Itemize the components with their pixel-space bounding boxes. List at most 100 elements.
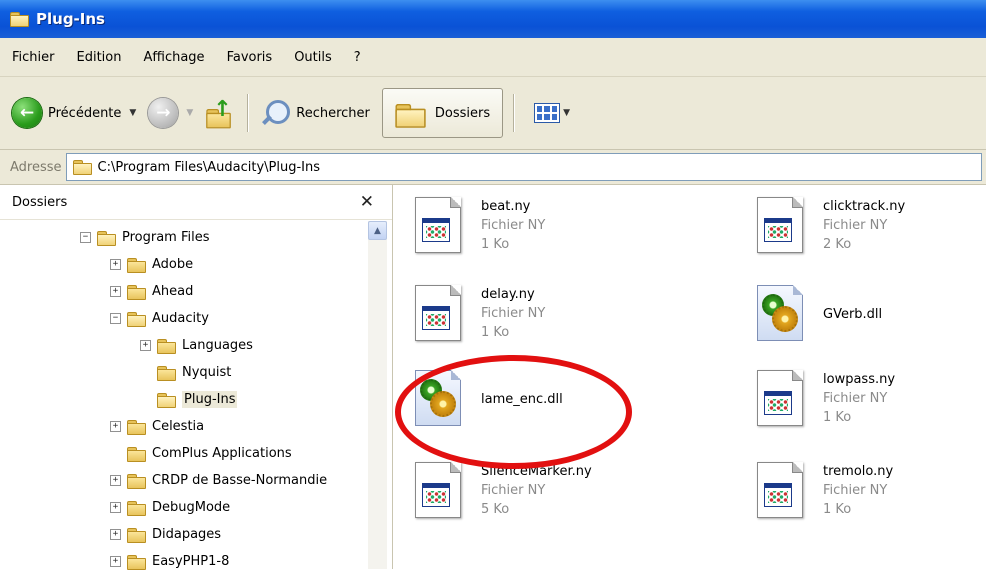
tree-item-didapages[interactable]: + Didapages — [0, 521, 392, 548]
file-name: lame_enc.dll — [481, 392, 563, 407]
tree-item-label: EasyPHP1-8 — [152, 554, 230, 569]
file-type: Fichier NY — [481, 218, 546, 233]
folder-icon — [127, 473, 146, 489]
back-arrow-icon: ← — [12, 98, 42, 128]
tree-item-celestia[interactable]: + Celestia — [0, 413, 392, 440]
folder-icon — [127, 554, 146, 570]
menu-edition[interactable]: Edition — [66, 50, 133, 65]
file-item[interactable]: tremolo.ny Fichier NY 1 Ko — [755, 462, 893, 519]
file-type: Fichier NY — [823, 483, 888, 498]
forward-arrow-icon: → — [148, 98, 179, 128]
menu-affichage[interactable]: Affichage — [132, 50, 215, 65]
expand-icon[interactable]: + — [110, 475, 121, 486]
tree-item-label: Audacity — [152, 311, 209, 326]
file-item[interactable]: delay.ny Fichier NY 1 Ko — [413, 285, 545, 342]
back-button-label: Précédente — [48, 105, 122, 121]
tree-item-ahead[interactable]: + Ahead — [0, 278, 392, 305]
tree-item-easyphp[interactable]: + EasyPHP1-8 — [0, 548, 392, 575]
search-icon — [260, 98, 291, 128]
files-pane: beat.ny Fichier NY 1 Ko clicktrack.ny Fi… — [393, 185, 986, 569]
forward-button[interactable]: → ▼ — [142, 92, 199, 134]
collapse-icon[interactable]: − — [110, 313, 121, 324]
folders-button-label: Dossiers — [434, 105, 491, 121]
expand-icon[interactable]: + — [110, 502, 121, 513]
address-field[interactable]: C:\Program Files\Audacity\Plug-Ins — [65, 153, 982, 181]
file-name: SilenceMarker.ny — [481, 464, 592, 479]
dll-file-icon — [755, 285, 807, 341]
back-button[interactable]: ← Précédente ▼ — [6, 92, 142, 134]
expand-icon[interactable]: + — [110, 529, 121, 540]
search-button-label: Rechercher — [296, 105, 370, 121]
folder-icon — [157, 338, 176, 354]
tree-item-label: Plug-Ins — [182, 391, 238, 408]
up-folder-button[interactable]: ↑ — [199, 92, 241, 134]
search-button[interactable]: Rechercher — [254, 92, 376, 134]
tree-item-plug-ins[interactable]: Plug-Ins — [0, 386, 392, 413]
menu-outils[interactable]: Outils — [283, 50, 343, 65]
file-name: tremolo.ny — [823, 464, 894, 479]
menu-bar: Fichier Edition Affichage Favoris Outils… — [0, 38, 986, 77]
ny-file-icon — [755, 370, 807, 426]
folders-pane-title: Dossiers — [12, 194, 68, 210]
file-name: GVerb.dll — [823, 307, 883, 322]
folder-icon — [72, 160, 92, 175]
expand-icon[interactable]: + — [110, 286, 121, 297]
file-item[interactable]: lame_enc.dll — [413, 370, 563, 426]
tree-item-debugmode[interactable]: + DebugMode — [0, 494, 392, 521]
file-type: Fichier NY — [823, 391, 888, 406]
views-button[interactable]: ▼ — [528, 92, 576, 134]
title-bar: Plug-Ins — [0, 0, 986, 38]
tree-item-label: Celestia — [152, 419, 205, 434]
folder-tree: − Program Files + Adobe + Ahead − Audaci… — [0, 220, 392, 575]
ny-file-icon — [413, 197, 465, 253]
tree-item-audacity[interactable]: − Audacity — [0, 305, 392, 332]
menu-help[interactable]: ? — [343, 50, 372, 65]
file-item[interactable]: clicktrack.ny Fichier NY 2 Ko — [755, 197, 905, 254]
views-dropdown-caret[interactable]: ▼ — [563, 108, 570, 118]
tree-item-label: Languages — [182, 338, 253, 353]
vertical-scrollbar[interactable]: ▲ — [368, 221, 387, 569]
tree-item-complus-applications[interactable]: ComPlus Applications — [0, 440, 392, 467]
expand-icon[interactable]: + — [110, 421, 121, 432]
folder-icon — [127, 284, 146, 300]
folder-icon — [157, 365, 176, 381]
tree-item-label: DebugMode — [152, 500, 231, 515]
folders-pane: Dossiers ✕ − Program Files + Adobe + Ahe… — [0, 185, 393, 570]
folders-button[interactable]: Dossiers — [381, 88, 504, 138]
tree-item-adobe[interactable]: + Adobe — [0, 251, 392, 278]
file-size: 1 Ko — [481, 237, 510, 252]
back-dropdown-caret[interactable]: ▼ — [129, 108, 136, 118]
forward-dropdown-caret[interactable]: ▼ — [186, 108, 193, 118]
folder-icon — [127, 446, 146, 462]
toolbar-separator — [247, 94, 249, 132]
menu-fichier[interactable]: Fichier — [0, 50, 66, 65]
folder-icon — [97, 230, 116, 246]
file-item[interactable]: lowpass.ny Fichier NY 1 Ko — [755, 370, 895, 427]
expand-icon[interactable]: + — [140, 340, 151, 351]
expand-icon[interactable]: + — [110, 556, 121, 567]
window-title: Plug-Ins — [36, 10, 105, 28]
tree-item-crdp[interactable]: + CRDP de Basse-Normandie — [0, 467, 392, 494]
tree-item-program-files[interactable]: − Program Files — [0, 224, 392, 251]
collapse-icon[interactable]: − — [80, 232, 91, 243]
folder-icon — [127, 257, 146, 273]
tree-item-nyquist[interactable]: Nyquist — [0, 359, 392, 386]
tree-item-label: CRDP de Basse-Normandie — [152, 473, 328, 488]
file-item[interactable]: GVerb.dll — [755, 285, 882, 341]
scroll-up-icon[interactable]: ▲ — [368, 221, 387, 240]
file-name: beat.ny — [481, 199, 531, 214]
expand-icon[interactable]: + — [110, 259, 121, 270]
folder-icon — [157, 392, 176, 408]
tree-item-label: Ahead — [152, 284, 194, 299]
tree-item-label: ComPlus Applications — [152, 446, 292, 461]
file-item[interactable]: SilenceMarker.ny Fichier NY 5 Ko — [413, 462, 592, 519]
folders-icon — [395, 100, 429, 128]
file-size: 1 Ko — [823, 502, 852, 517]
folder-icon — [127, 500, 146, 516]
toolbar: ← Précédente ▼ → ▼ ↑ Rechercher Dossiers… — [0, 77, 986, 150]
file-item[interactable]: beat.ny Fichier NY 1 Ko — [413, 197, 545, 254]
tree-item-languages[interactable]: + Languages — [0, 332, 392, 359]
close-icon[interactable]: ✕ — [360, 192, 374, 212]
menu-favoris[interactable]: Favoris — [216, 50, 284, 65]
ny-file-icon — [755, 197, 807, 253]
